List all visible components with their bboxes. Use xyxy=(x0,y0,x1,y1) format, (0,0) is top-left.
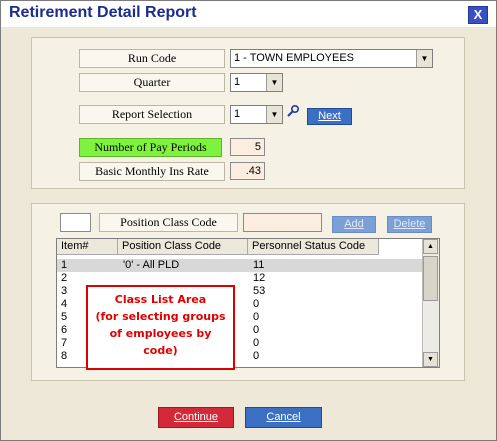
column-header-personnel-status-code[interactable]: Personnel Status Code xyxy=(248,239,379,255)
delete-button[interactable]: Delete xyxy=(387,216,432,233)
run-code-select[interactable]: 1 - TOWN EMPLOYEES ▼ xyxy=(230,49,433,68)
table-row[interactable]: 2 12 xyxy=(57,272,424,285)
report-selection-label: Report Selection xyxy=(79,105,225,124)
item-cell: 6 xyxy=(61,324,68,336)
scroll-up-icon[interactable]: ▲ xyxy=(423,239,438,254)
chevron-down-icon[interactable]: ▼ xyxy=(416,50,432,67)
status-cell: 0 xyxy=(253,311,260,323)
item-cell: 8 xyxy=(61,350,68,362)
status-cell: 0 xyxy=(253,350,260,362)
report-selection-value: 1 xyxy=(234,108,241,120)
add-button[interactable]: Add xyxy=(332,216,376,233)
class-code-cell: '0' - All PLD xyxy=(123,259,180,271)
chevron-down-icon[interactable]: ▼ xyxy=(266,74,282,91)
column-header-item[interactable]: Item# xyxy=(57,239,118,255)
position-class-code-label: Position Class Code xyxy=(99,213,238,232)
status-cell: 12 xyxy=(253,272,266,284)
annotation-line: of employees by xyxy=(109,327,212,340)
vertical-scrollbar[interactable]: ▲ ▼ xyxy=(422,239,439,367)
class-list-annotation: Class List Area (for selecting groups of… xyxy=(86,285,235,370)
item-cell: 4 xyxy=(61,298,68,310)
item-cell: 3 xyxy=(61,285,68,297)
item-cell: 2 xyxy=(61,272,68,284)
item-cell: 1 xyxy=(61,259,68,271)
report-selection-select[interactable]: 1 ▼ xyxy=(230,105,283,124)
pay-periods-label: Number of Pay Periods xyxy=(79,138,222,157)
table-row[interactable]: 1 '0' - All PLD 11 xyxy=(57,259,424,272)
status-cell: 0 xyxy=(253,337,260,349)
status-cell: 0 xyxy=(253,298,260,310)
item-number-input[interactable] xyxy=(60,213,91,232)
annotation-line: code) xyxy=(143,344,178,357)
column-header-position-class-code[interactable]: Position Class Code xyxy=(118,239,248,255)
quarter-value: 1 xyxy=(234,76,241,88)
window-title: Retirement Detail Report xyxy=(9,4,197,21)
close-button[interactable]: X xyxy=(468,6,488,24)
ins-rate-label: Basic Monthly Ins Rate xyxy=(79,162,225,181)
run-code-value: 1 - TOWN EMPLOYEES xyxy=(234,52,355,64)
report-window: Retirement Detail Report X Run Code 1 - … xyxy=(0,0,497,441)
cancel-button[interactable]: Cancel xyxy=(245,407,322,428)
search-icon[interactable] xyxy=(286,104,300,118)
pay-periods-input[interactable]: 5 xyxy=(230,138,265,156)
status-cell: 53 xyxy=(253,285,266,297)
scrollbar-thumb[interactable] xyxy=(423,256,438,301)
ins-rate-input[interactable]: .43 xyxy=(230,162,265,180)
scroll-down-icon[interactable]: ▼ xyxy=(423,352,438,367)
position-class-code-input[interactable] xyxy=(243,213,322,232)
title-bar: Retirement Detail Report X xyxy=(1,1,496,27)
quarter-label: Quarter xyxy=(79,73,225,92)
item-cell: 7 xyxy=(61,337,68,349)
annotation-line: (for selecting groups xyxy=(95,310,226,323)
item-cell: 5 xyxy=(61,311,68,323)
run-code-label: Run Code xyxy=(79,49,225,68)
status-cell: 11 xyxy=(253,259,265,271)
next-button[interactable]: Next xyxy=(307,108,352,125)
quarter-select[interactable]: 1 ▼ xyxy=(230,73,283,92)
annotation-line: Class List Area xyxy=(114,293,207,306)
continue-button[interactable]: Continue xyxy=(158,407,234,428)
status-cell: 0 xyxy=(253,324,260,336)
chevron-down-icon[interactable]: ▼ xyxy=(266,106,282,123)
